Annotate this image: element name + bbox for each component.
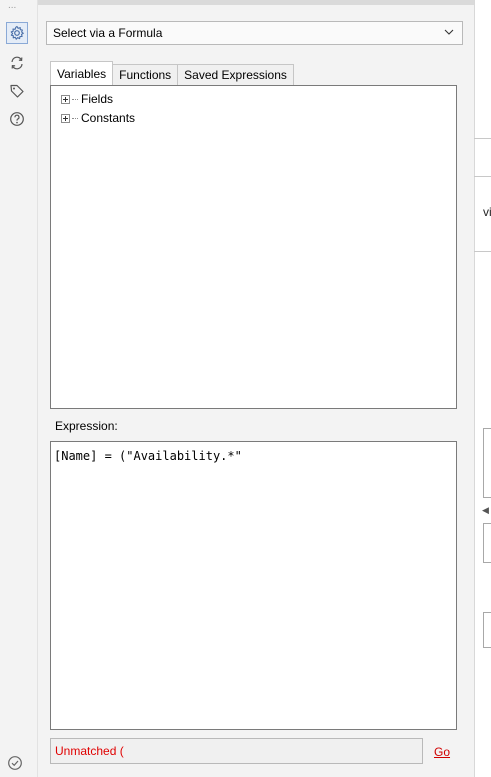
expression-label: Expression: xyxy=(55,419,118,433)
tree-connector xyxy=(72,98,78,100)
help-tab-button[interactable] xyxy=(6,108,28,130)
tree-item-constants-label: Constants xyxy=(81,111,136,125)
panel-top-edge xyxy=(38,0,474,5)
rail-overflow-indicator: ... xyxy=(8,0,17,11)
tool-icon-rail: ... xyxy=(0,0,38,777)
tab-functions-label: Functions xyxy=(119,68,172,82)
gear-icon xyxy=(10,25,24,40)
status-message: Unmatched ( xyxy=(55,744,124,758)
configuration-tab-button[interactable] xyxy=(6,22,28,44)
tree-item-fields-label: Fields xyxy=(81,92,114,106)
tab-saved-expressions-label: Saved Expressions xyxy=(184,68,287,82)
annotation-tab-button[interactable] xyxy=(6,52,28,74)
canvas-partial-text: vi xyxy=(483,205,491,219)
mode-select-dropdown[interactable]: Select via a Formula xyxy=(46,21,463,45)
tag-icon xyxy=(10,84,24,98)
refresh-icon xyxy=(11,56,23,70)
go-link[interactable]: Go xyxy=(434,745,450,759)
help-icon xyxy=(10,112,24,126)
canvas-tool-box[interactable] xyxy=(483,523,491,563)
tab-functions[interactable]: Functions xyxy=(112,64,179,85)
tab-variables-label: Variables xyxy=(57,66,107,81)
expand-plus-icon[interactable] xyxy=(61,113,70,123)
tree-item-fields[interactable]: Fields xyxy=(61,91,113,107)
tree-item-constants[interactable]: Constants xyxy=(61,110,135,126)
tree-connector xyxy=(72,117,78,119)
variables-tree[interactable]: Fields Constants xyxy=(50,85,457,409)
canvas-tool-box[interactable] xyxy=(483,612,491,648)
canvas-divider xyxy=(474,251,491,252)
checkmark-circle-icon xyxy=(8,756,22,770)
tab-saved-expressions[interactable]: Saved Expressions xyxy=(177,64,294,85)
chevron-down-icon xyxy=(444,29,454,35)
expression-editor[interactable]: [Name] = ("Availability.*" xyxy=(50,441,457,730)
tag-tab-button[interactable] xyxy=(6,80,28,102)
canvas-scroll-arrow-icon[interactable]: ◀ xyxy=(482,505,489,516)
canvas-divider xyxy=(474,138,491,139)
expression-status-field: Unmatched ( xyxy=(50,738,423,764)
workflow-canvas-edge[interactable] xyxy=(474,0,491,777)
canvas-tool-box[interactable] xyxy=(483,428,491,498)
tab-variables[interactable]: Variables xyxy=(50,61,114,85)
variables-tab-strip: Variables Functions Saved Expressions xyxy=(50,61,294,85)
canvas-divider xyxy=(474,176,491,177)
mode-select-value: Select via a Formula xyxy=(53,26,163,40)
expand-plus-icon[interactable] xyxy=(61,94,70,104)
